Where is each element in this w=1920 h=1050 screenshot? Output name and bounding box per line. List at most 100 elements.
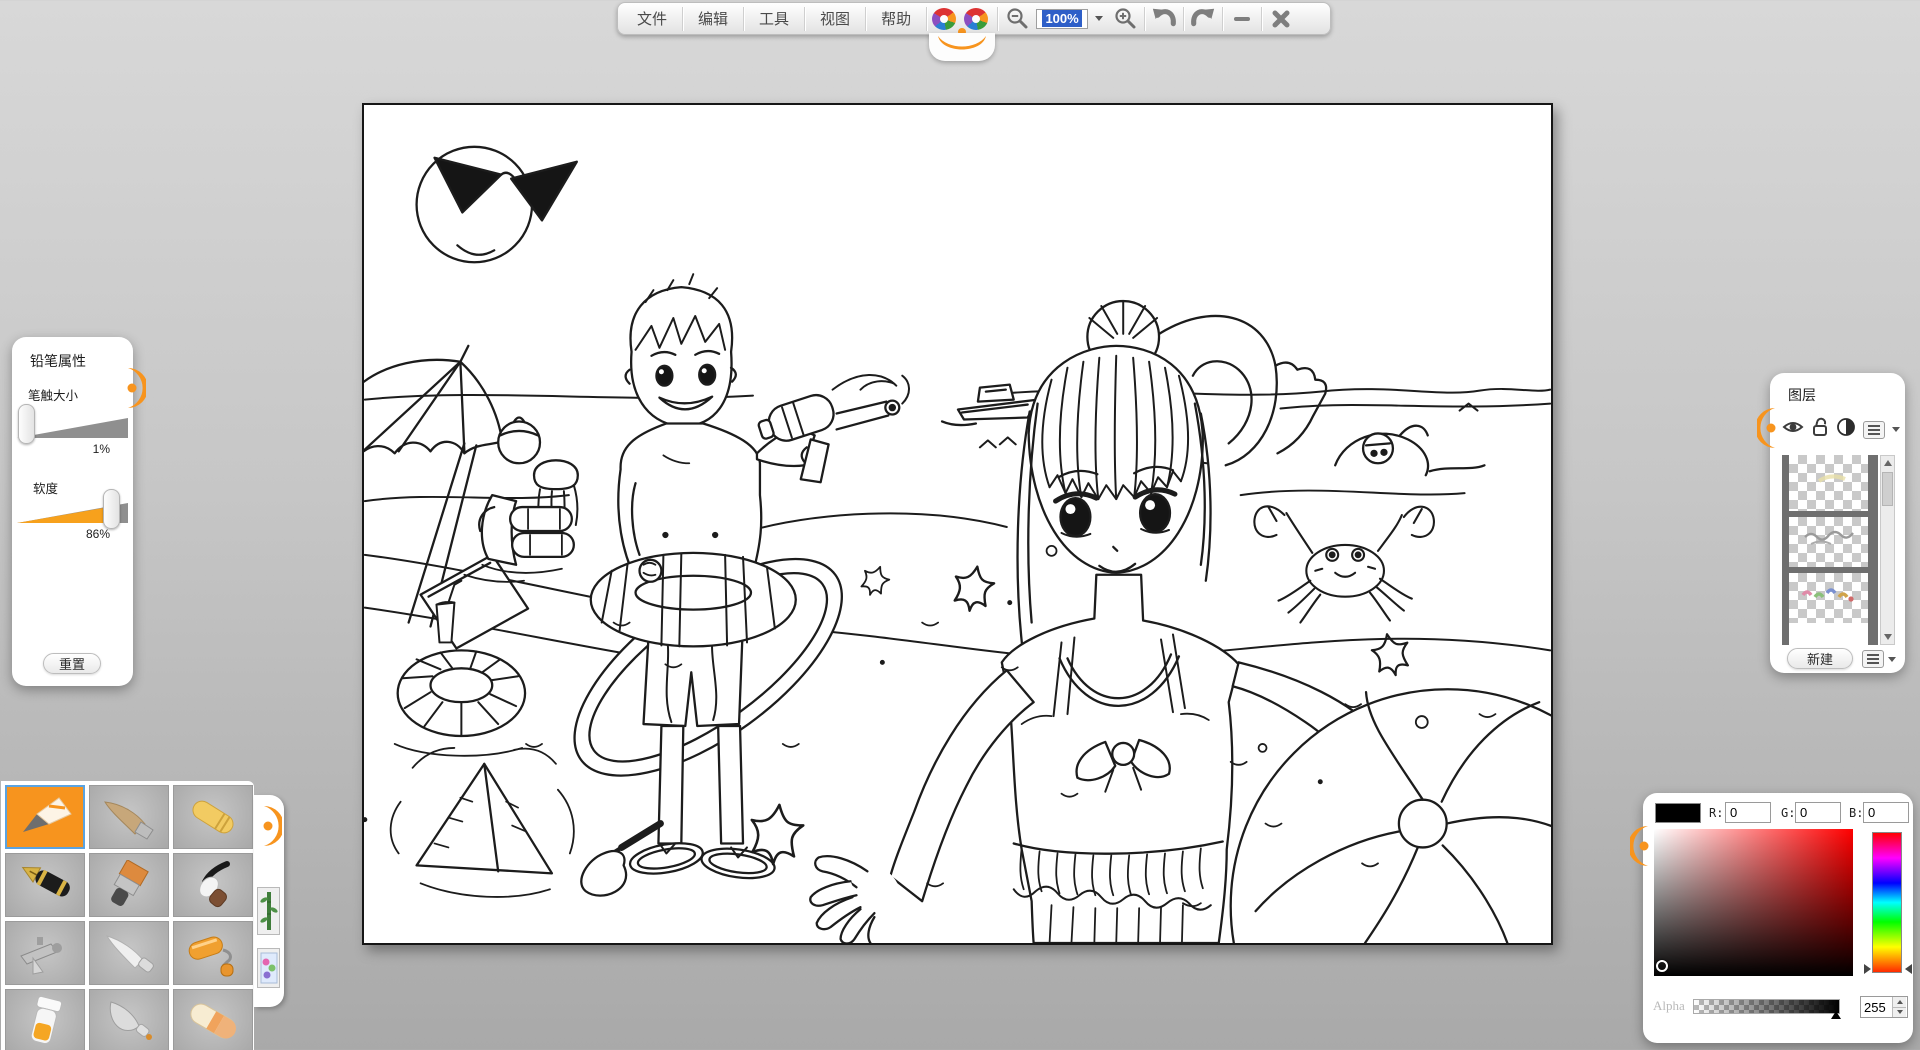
red-label: R: xyxy=(1709,806,1723,820)
tool-paint-roller[interactable] xyxy=(173,921,253,985)
alpha-field[interactable] xyxy=(1861,997,1892,1017)
tool-airbrush[interactable] xyxy=(5,921,85,985)
scroll-up-arrow[interactable] xyxy=(1881,456,1894,470)
layer-menu-icon[interactable] xyxy=(1863,421,1885,439)
current-color-swatch xyxy=(1655,803,1701,823)
alpha-slider[interactable] xyxy=(1693,999,1840,1014)
layer-menu-caret[interactable] xyxy=(1892,427,1900,432)
layers-bottom-menu-icon[interactable] xyxy=(1862,650,1884,668)
tool-blending-stump[interactable] xyxy=(89,785,169,849)
tool-fountain-pen[interactable] xyxy=(5,853,85,917)
toolbar-separator xyxy=(997,7,998,31)
layer-visibility-eye-icon[interactable] xyxy=(1782,418,1804,441)
layer-list xyxy=(1782,455,1878,645)
toolbar-separator xyxy=(865,7,866,31)
toolbar-separator xyxy=(682,7,683,31)
tool-bamboo-brush[interactable] xyxy=(257,887,280,935)
layer-item-3[interactable] xyxy=(1789,567,1868,623)
scroll-down-arrow[interactable] xyxy=(1881,630,1894,644)
zoom-level-box[interactable]: 100% xyxy=(1036,9,1088,29)
beach-scene-artwork xyxy=(364,105,1551,943)
menu-file[interactable]: 文件 xyxy=(624,3,680,34)
tool-stamp[interactable] xyxy=(257,948,280,988)
pencil-properties-panel: 铅笔属性 笔触大小 1% 软度 86% 重置 xyxy=(12,337,133,686)
redo-button[interactable] xyxy=(1186,5,1220,33)
layer-opacity-icon[interactable] xyxy=(1836,417,1856,442)
sun-with-sunglasses xyxy=(417,147,577,262)
drawing-canvas[interactable] xyxy=(362,103,1553,945)
tool-ink-brush[interactable] xyxy=(173,853,253,917)
toolbar-separator xyxy=(743,7,744,31)
layers-panel-title: 图层 xyxy=(1788,385,1816,405)
tools-palette-handle[interactable] xyxy=(260,803,282,849)
hue-bar[interactable] xyxy=(1872,832,1902,973)
scrollbar-thumb[interactable] xyxy=(1882,472,1893,506)
pencil-panel-handle[interactable] xyxy=(124,365,146,411)
layers-bottom-menu-caret[interactable] xyxy=(1888,657,1896,662)
boy-swim-ring xyxy=(591,553,796,647)
toolbar-separator xyxy=(1144,7,1145,31)
red-field[interactable] xyxy=(1725,802,1771,823)
hue-marker-right[interactable] xyxy=(1905,964,1912,974)
saturation-value-square[interactable] xyxy=(1654,829,1853,976)
layer-item-1[interactable] xyxy=(1789,455,1868,511)
layer-scrollbar[interactable] xyxy=(1880,455,1895,645)
minimize-button[interactable] xyxy=(1225,5,1259,33)
menu-view[interactable]: 视图 xyxy=(807,3,863,34)
brush-size-value: 1% xyxy=(70,442,110,456)
tool-flat-brush[interactable] xyxy=(89,853,169,917)
alpha-spin-up[interactable] xyxy=(1893,997,1906,1007)
toolbar-separator xyxy=(1261,7,1262,31)
toddler-with-floats xyxy=(464,418,577,582)
main-toolbar: 文件 编辑 工具 视图 帮助 100% xyxy=(617,2,1331,35)
close-button[interactable] xyxy=(1264,5,1298,33)
menu-edit[interactable]: 编辑 xyxy=(685,3,741,34)
clown-eye-icon xyxy=(964,8,988,30)
alpha-label: Alpha xyxy=(1653,998,1685,1014)
hue-marker-left[interactable] xyxy=(1864,964,1871,974)
crab xyxy=(1254,506,1434,622)
zoom-dropdown-caret[interactable] xyxy=(1095,16,1103,21)
beach-mat xyxy=(421,555,528,649)
softness-slider-thumb[interactable] xyxy=(103,489,120,529)
brush-size-label: 笔触大小 xyxy=(28,385,78,404)
brush-size-slider-thumb[interactable] xyxy=(18,404,35,444)
toolbar-separator xyxy=(1222,7,1223,31)
alpha-spin-down[interactable] xyxy=(1893,1007,1906,1018)
menu-help[interactable]: 帮助 xyxy=(868,3,924,34)
blue-label: B: xyxy=(1849,806,1863,820)
toolbar-separator xyxy=(926,7,927,31)
zoom-in-button[interactable] xyxy=(1108,5,1142,33)
alpha-slider-marker[interactable] xyxy=(1831,1011,1841,1019)
tool-paint-bottle[interactable] xyxy=(5,989,85,1050)
undo-button[interactable] xyxy=(1147,5,1181,33)
clown-logo-icon xyxy=(929,3,995,34)
brush-tools-palette xyxy=(1,781,254,1050)
new-layer-button[interactable]: 新建 xyxy=(1787,648,1853,669)
layers-panel-handle[interactable] xyxy=(1757,405,1779,451)
green-field[interactable] xyxy=(1795,802,1841,823)
clown-smile-tab xyxy=(929,33,995,61)
zoom-out-button[interactable] xyxy=(1000,5,1034,33)
sv-cursor[interactable] xyxy=(1656,960,1668,972)
clown-eye-icon xyxy=(932,8,956,30)
zoom-level-value: 100% xyxy=(1042,10,1081,27)
reset-button[interactable]: 重置 xyxy=(43,653,101,674)
menu-tools[interactable]: 工具 xyxy=(746,3,802,34)
blue-field[interactable] xyxy=(1863,802,1909,823)
layers-panel: 图层 新建 xyxy=(1770,373,1905,673)
color-panel-handle[interactable] xyxy=(1630,823,1652,869)
toolbar-separator xyxy=(1183,7,1184,31)
layer-item-2[interactable] xyxy=(1789,511,1868,567)
pencil-panel-title: 铅笔属性 xyxy=(30,351,86,371)
tool-painting-knife[interactable] xyxy=(89,989,169,1050)
water-gun xyxy=(755,375,909,482)
color-picker-panel: R: G: B: Alpha xyxy=(1643,793,1913,1043)
layer-unlock-icon[interactable] xyxy=(1811,417,1829,442)
toolbar-separator xyxy=(804,7,805,31)
tool-palette-knife[interactable] xyxy=(89,921,169,985)
tool-crayon[interactable] xyxy=(173,785,253,849)
tool-pencil[interactable] xyxy=(5,785,85,849)
tool-eraser[interactable] xyxy=(173,989,253,1050)
sand-pyramid xyxy=(391,748,574,897)
